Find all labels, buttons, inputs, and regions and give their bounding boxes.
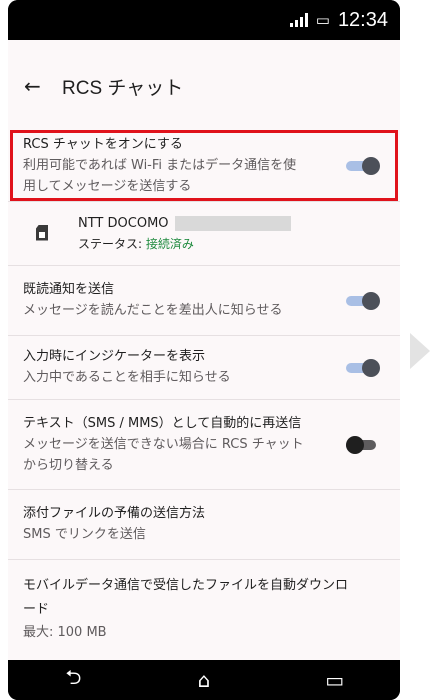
signal-icon bbox=[289, 13, 308, 27]
status-bar: ▭ 12:34 bbox=[8, 0, 400, 40]
auto-download-title-2: ード bbox=[23, 601, 50, 617]
rcs-chat-switch[interactable] bbox=[346, 156, 380, 175]
nav-home-icon[interactable]: ⌂ bbox=[184, 668, 224, 692]
typing-indicator-title: 入力時にインジケーターを表示 bbox=[23, 349, 206, 364]
app-bar: ← RCS チャット bbox=[8, 40, 400, 130]
clock: 12:34 bbox=[337, 8, 388, 31]
typing-indicator-row[interactable]: 入力時にインジケーターを表示 入力中であることを相手に知らせる bbox=[8, 336, 400, 400]
settings-screen: ← RCS チャット RCS チャットをオンにする 利用可能であれば Wi-Fi… bbox=[8, 40, 400, 660]
read-receipts-row[interactable]: 既読通知を送信 メッセージを読んだことを差出人に知らせる bbox=[8, 266, 400, 336]
carrier-name: NTT DOCOMO bbox=[78, 214, 336, 234]
fallback-method-row[interactable]: 添付ファイルの予備の送信方法 SMS でリンクを送信 bbox=[8, 490, 400, 560]
resend-sms-title: テキスト（SMS / MMS）として自動的に再送信 bbox=[23, 415, 302, 431]
resend-sms-summary-2: から切り替える bbox=[23, 457, 114, 473]
auto-download-summary: 最大: 100 MB bbox=[23, 624, 107, 640]
fallback-method-title: 添付ファイルの予備の送信方法 bbox=[23, 506, 206, 521]
rcs-chat-toggle-row[interactable]: RCS チャットをオンにする 利用可能であれば Wi-Fi またはデータ通信を使… bbox=[8, 130, 400, 202]
phone-frame: ▭ 12:34 ← RCS チャット RCS チャットをオンにする 利用可能であ… bbox=[8, 0, 400, 700]
redacted-number bbox=[174, 216, 291, 231]
rcs-chat-toggle-summary-1: 利用可能であれば Wi-Fi またはデータ通信を使 bbox=[23, 157, 297, 173]
sim-card-icon bbox=[36, 224, 48, 241]
read-receipts-switch[interactable] bbox=[346, 291, 380, 310]
nav-recents-icon[interactable]: ▭ bbox=[315, 668, 355, 692]
typing-indicator-summary: 入力中であることを相手に知らせる bbox=[23, 370, 231, 385]
resend-sms-summary-1: メッセージを送信できない場合に RCS チャット bbox=[23, 436, 304, 452]
back-arrow-icon[interactable]: ← bbox=[24, 74, 54, 98]
navigation-bar: ⮌ ⌂ ▭ bbox=[8, 660, 400, 700]
next-step-arrow-icon bbox=[410, 333, 430, 369]
rcs-chat-toggle-title: RCS チャットをオンにする bbox=[23, 136, 183, 152]
rcs-chat-toggle-summary-2: 用してメッセージを送信する bbox=[23, 178, 192, 194]
status-label: ステータス: bbox=[78, 236, 146, 251]
nav-back-icon[interactable]: ⮌ bbox=[53, 663, 93, 697]
sim-status-row: NTT DOCOMO ステータス: 接続済み bbox=[8, 202, 400, 266]
fallback-method-summary: SMS でリンクを送信 bbox=[23, 527, 146, 542]
battery-icon: ▭ bbox=[315, 10, 330, 29]
page-title: RCS チャット bbox=[62, 77, 184, 99]
auto-download-row[interactable]: モバイルデータ通信で受信したファイルを自動ダウンロ ード 最大: 100 MB bbox=[8, 560, 400, 656]
read-receipts-title: 既読通知を送信 bbox=[23, 282, 115, 297]
status-value: 接続済み bbox=[145, 236, 194, 251]
typing-indicator-switch[interactable] bbox=[346, 358, 380, 377]
auto-download-title-1: モバイルデータ通信で受信したファイルを自動ダウンロ bbox=[23, 577, 349, 593]
read-receipts-summary: メッセージを読んだことを差出人に知らせる bbox=[23, 303, 283, 318]
resend-sms-row[interactable]: テキスト（SMS / MMS）として自動的に再送信 メッセージを送信できない場合… bbox=[8, 400, 400, 490]
resend-sms-switch[interactable] bbox=[346, 435, 380, 454]
connection-status: ステータス: 接続済み bbox=[78, 234, 336, 254]
carrier-label: NTT DOCOMO bbox=[78, 215, 169, 231]
